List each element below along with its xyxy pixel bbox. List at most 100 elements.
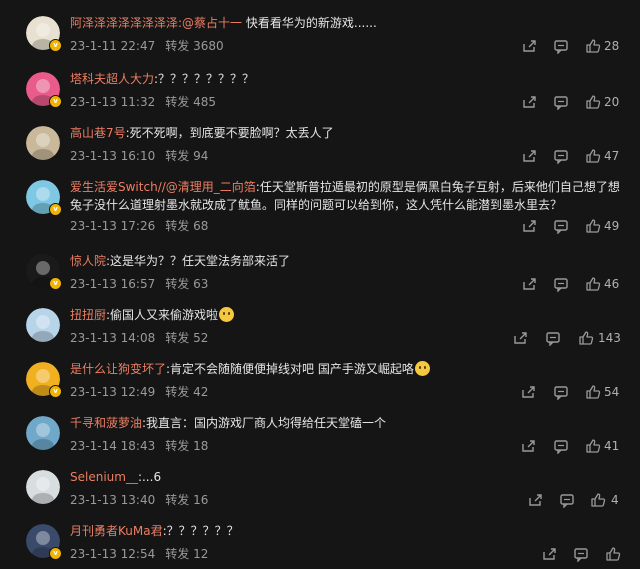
timestamp: 23-1-13 16:57 [70, 277, 156, 291]
like-count: 4 [611, 493, 619, 507]
comment-icon[interactable] [573, 546, 589, 562]
timestamp: 23-1-13 12:54 [70, 547, 156, 561]
like-count: 28 [604, 39, 620, 53]
forward-label: 转发 [165, 149, 190, 163]
timestamp: 23-1-11 22:47 [70, 39, 156, 53]
avatar[interactable] [26, 126, 60, 160]
comment-meta: 23-1-13 12:49 转发 42 [70, 384, 208, 400]
comment-meta: 23-1-13 16:10 转发 94 [70, 148, 208, 164]
share-icon[interactable] [521, 94, 537, 110]
username-link[interactable]: 是什么让狗变坏了 [70, 362, 166, 376]
forward-count: 16 [189, 493, 209, 507]
like-count: 46 [604, 277, 620, 291]
verified-badge-icon: v [49, 39, 62, 52]
thumbs-up-icon[interactable] [585, 276, 601, 292]
comment-icon[interactable] [545, 330, 561, 346]
comment-meta: 23-1-14 18:43 转发 18 [70, 438, 208, 454]
comment-text: :？？？？？？？？ [154, 72, 255, 86]
verified-badge-icon: v [49, 277, 62, 290]
comment-icon[interactable] [553, 384, 569, 400]
comment-icon[interactable] [553, 38, 569, 54]
share-icon[interactable] [512, 330, 528, 346]
forward-label: 转发 [165, 439, 190, 453]
thumbs-up-icon[interactable] [590, 492, 606, 508]
comment-text: :这是华为？？任天堂法务部来活了 [106, 254, 291, 268]
share-icon[interactable] [520, 384, 536, 400]
forward-count: 63 [189, 277, 209, 291]
avatar[interactable] [26, 416, 60, 450]
forward-label: 转发 [165, 95, 190, 109]
avatar[interactable] [26, 470, 60, 504]
comment-text-line: 千寻和菠萝油:我直言：国内游戏厂商人均得给任天堂磕一个 [70, 414, 622, 432]
thumbs-up-icon[interactable] [585, 438, 601, 454]
username-link[interactable]: 塔科夫超人大力 [70, 72, 154, 86]
verified-badge-icon: v [49, 203, 62, 216]
username-link[interactable]: 月刊勇者KuMa君 [70, 524, 163, 538]
comment-meta: 23-1-13 11:32 转发 485 [70, 94, 216, 110]
thumbs-up-icon[interactable] [605, 546, 621, 562]
timestamp: 23-1-13 14:08 [70, 331, 156, 345]
verified-badge-icon: v [49, 547, 62, 560]
forward-label: 转发 [165, 385, 190, 399]
forward-count: 485 [189, 95, 216, 109]
timestamp: 23-1-13 11:32 [70, 95, 156, 109]
laugh-emoji-icon [414, 361, 430, 376]
forward-label: 转发 [165, 219, 190, 233]
username-link[interactable]: Selenium__ [70, 470, 138, 484]
verified-badge-icon: v [49, 95, 62, 108]
forward-count: 18 [189, 439, 209, 453]
username-link[interactable]: 高山巷7号 [70, 126, 126, 140]
comment-icon[interactable] [559, 492, 575, 508]
verified-badge-icon: v [49, 385, 62, 398]
comment-meta: 23-1-13 13:40 转发 16 [70, 492, 208, 508]
mention-link[interactable]: :@蔡占十一 [178, 16, 242, 30]
forward-count: 3680 [189, 39, 224, 53]
thumbs-up-icon[interactable] [585, 94, 601, 110]
share-icon[interactable] [521, 148, 537, 164]
thumbs-up-icon[interactable] [585, 38, 601, 54]
like-count: 47 [604, 149, 620, 163]
comment-icon[interactable] [553, 218, 569, 234]
share-icon[interactable] [521, 218, 537, 234]
comment-text: :死不死啊，到底要不要脸啊？太丢人了 [125, 126, 334, 140]
comment-text: :偷国人又来偷游戏啦 [106, 308, 219, 322]
comment-text-line: 高山巷7号:死不死啊，到底要不要脸啊？太丢人了 [70, 124, 622, 142]
comment-icon[interactable] [553, 438, 569, 454]
username-link[interactable]: 爱生活爱Switch [70, 180, 158, 194]
comment-meta: 23-1-11 22:47 转发 3680 [70, 38, 224, 54]
comment-text: :？？？？？？ [162, 524, 239, 538]
share-icon[interactable] [541, 546, 557, 562]
thumbs-up-icon[interactable] [585, 218, 601, 234]
forward-label: 转发 [165, 39, 190, 53]
comment-meta: 23-1-13 12:54 转发 12 [70, 546, 208, 562]
share-icon[interactable] [520, 438, 536, 454]
share-icon[interactable] [527, 492, 543, 508]
mention-link[interactable]: //@清理用_二向箔 [158, 180, 256, 194]
username-link[interactable]: 惊人院 [70, 254, 106, 268]
like-count: 49 [604, 219, 620, 233]
comment-text-line: 惊人院:这是华为？？任天堂法务部来活了 [70, 252, 622, 270]
comment-icon[interactable] [553, 94, 569, 110]
forward-count: 52 [189, 331, 209, 345]
comment-icon[interactable] [553, 276, 569, 292]
thumbs-up-icon[interactable] [585, 148, 601, 164]
comment-meta: 23-1-13 16:57 转发 63 [70, 276, 208, 292]
thumbs-up-icon[interactable] [585, 384, 601, 400]
share-icon[interactable] [521, 38, 537, 54]
forward-label: 转发 [165, 493, 190, 507]
like-count: 20 [604, 95, 620, 109]
username-link[interactable]: 扭扭厨 [70, 308, 106, 322]
comment-meta: 23-1-13 17:26 转发 68 [70, 218, 208, 234]
share-icon[interactable] [521, 276, 537, 292]
comment-text-line: 塔科夫超人大力:？？？？？？？？ [70, 70, 622, 88]
username-link[interactable]: 阿泽泽泽泽泽泽泽泽 [70, 16, 178, 30]
comment-meta: 23-1-13 14:08 转发 52 [70, 330, 208, 346]
comment-text: :...6 [137, 470, 162, 484]
username-link[interactable]: 千寻和菠萝油 [70, 416, 142, 430]
comment-text-line: Selenium__:...6 [70, 468, 622, 486]
comment-icon[interactable] [553, 148, 569, 164]
avatar[interactable] [26, 308, 60, 342]
comment-text-line: 月刊勇者KuMa君:？？？？？？ [70, 522, 622, 540]
thumbs-up-icon[interactable] [578, 330, 594, 346]
forward-label: 转发 [165, 547, 190, 561]
